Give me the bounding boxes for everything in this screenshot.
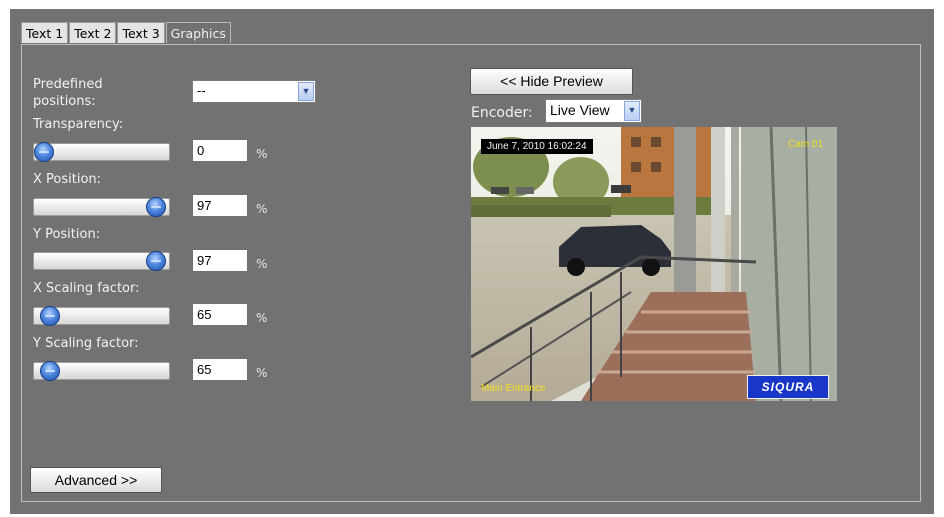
- tab-text-3[interactable]: Text 3: [117, 22, 165, 43]
- predefined-positions-label-line1: Predefined: [33, 77, 103, 92]
- y-scaling-unit: %: [256, 366, 268, 380]
- x-scaling-label: X Scaling factor:: [33, 281, 140, 296]
- transparency-slider-thumb[interactable]: [34, 142, 54, 162]
- hide-preview-button[interactable]: << Hide Preview: [470, 68, 633, 95]
- camera-preview: June 7, 2010 16:02:24 Cam 01 Main Entran…: [471, 127, 837, 401]
- transparency-label: Transparency:: [33, 117, 124, 132]
- y-scaling-input[interactable]: 65: [192, 358, 248, 381]
- advanced-button[interactable]: Advanced >>: [30, 467, 162, 493]
- x-position-slider-thumb[interactable]: [146, 197, 166, 217]
- encoder-value: Live View: [550, 102, 610, 118]
- tab-bar: Text 1 Text 2 Text 3 Graphics: [21, 22, 232, 44]
- y-position-input[interactable]: 97: [192, 249, 248, 272]
- y-position-slider[interactable]: [33, 251, 170, 271]
- tab-graphics[interactable]: Graphics: [165, 22, 231, 43]
- predefined-positions-select[interactable]: -- ▼: [192, 80, 316, 103]
- encoder-label: Encoder:: [471, 105, 533, 121]
- x-scaling-unit: %: [256, 311, 268, 325]
- tab-text-1[interactable]: Text 1: [21, 22, 69, 43]
- y-scaling-slider[interactable]: [33, 361, 170, 381]
- predefined-positions-label-line2: positions:: [33, 94, 96, 109]
- x-position-unit: %: [256, 202, 268, 216]
- transparency-input[interactable]: 0: [192, 139, 248, 162]
- x-scaling-slider-thumb[interactable]: [40, 306, 60, 326]
- location-overlay: Main Entrance: [481, 383, 546, 394]
- siqura-logo: SIQURA: [747, 375, 829, 399]
- y-position-slider-thumb[interactable]: [146, 251, 166, 271]
- encoder-select[interactable]: Live View ▼: [545, 99, 642, 123]
- x-position-slider[interactable]: [33, 197, 170, 217]
- y-scaling-label: Y Scaling factor:: [33, 336, 139, 351]
- y-scaling-slider-thumb[interactable]: [40, 361, 60, 381]
- tab-text-2[interactable]: Text 2: [69, 22, 117, 43]
- y-position-label: Y Position:: [33, 227, 101, 242]
- x-scaling-slider[interactable]: [33, 306, 170, 326]
- timestamp-overlay: June 7, 2010 16:02:24: [481, 139, 593, 154]
- x-scaling-input[interactable]: 65: [192, 303, 248, 326]
- x-position-label: X Position:: [33, 172, 102, 187]
- chevron-down-icon[interactable]: ▼: [298, 82, 314, 101]
- x-position-input[interactable]: 97: [192, 194, 248, 217]
- predefined-positions-value: --: [197, 83, 206, 98]
- camera-name-overlay: Cam 01: [787, 139, 823, 150]
- transparency-unit: %: [256, 147, 268, 161]
- chevron-down-icon[interactable]: ▼: [624, 101, 640, 121]
- transparency-slider[interactable]: [33, 142, 170, 162]
- y-position-unit: %: [256, 257, 268, 271]
- camera-scene-image: [471, 127, 837, 401]
